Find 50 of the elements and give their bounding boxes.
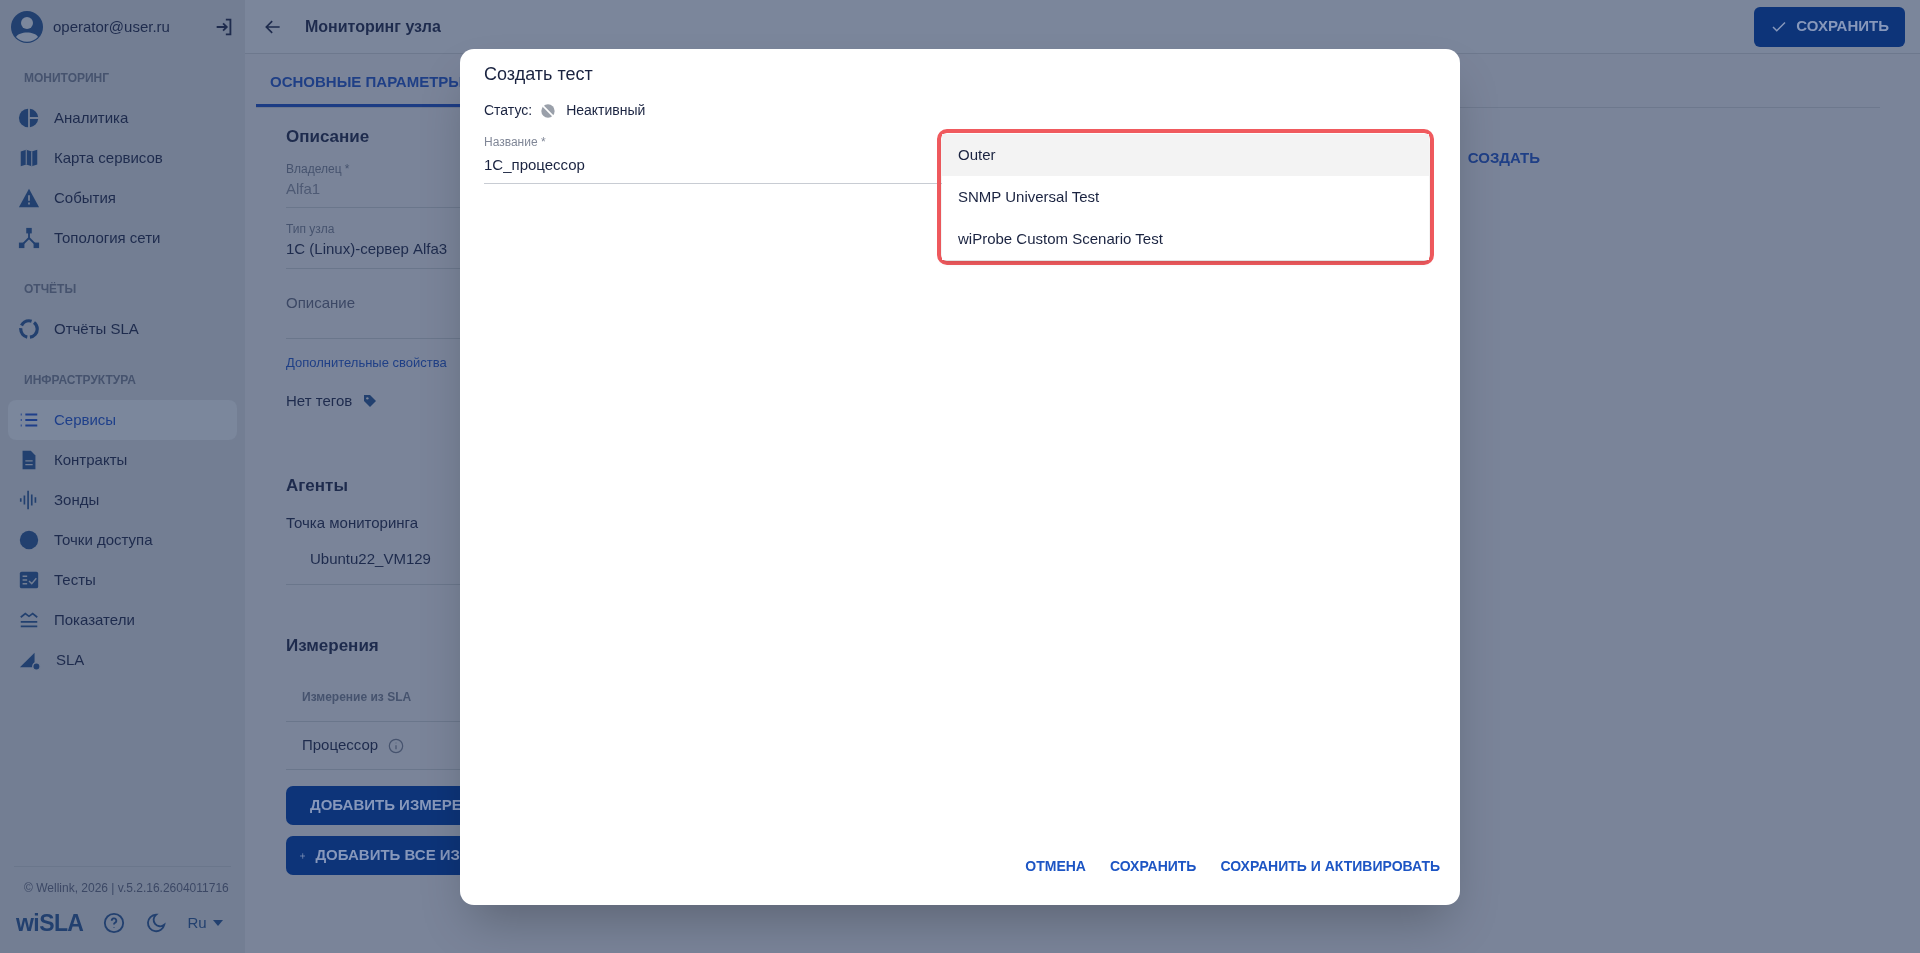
sidebar-item[interactable]: Контракты (8, 440, 237, 480)
section-heading: Описание (286, 126, 371, 148)
save-button[interactable]: СОХРАНИТЬ (1754, 6, 1905, 47)
agent-name: Ubuntu22_VM129 (310, 548, 431, 569)
create-button[interactable]: СОЗДАТЬ (1467, 147, 1540, 170)
field-label: Точка мониторинга (286, 513, 420, 533)
inactive-status-icon (540, 102, 557, 119)
section-heading: Агенты (286, 474, 349, 497)
sidebar-item[interactable]: Показатели (8, 600, 237, 640)
language-select[interactable]: Ru (187, 911, 223, 935)
moon-icon[interactable] (145, 912, 168, 934)
dialog-action-button[interactable]: ОТМЕНА (1025, 850, 1086, 883)
logo: wiSLA (16, 908, 84, 938)
tag-icon[interactable] (362, 393, 379, 410)
sidebar-item[interactable]: SLA (8, 640, 237, 680)
ring-icon (18, 318, 40, 340)
dialog-action-button[interactable]: СОХРАНИТЬ И АКТИВИРОВАТЬ (1220, 850, 1440, 883)
sidebar-item[interactable]: Зонды (8, 480, 237, 520)
checklist-icon (18, 569, 40, 591)
section-heading: Измерения (286, 634, 380, 657)
dropdown-option[interactable]: wiProbe Custom Scenario Test (942, 218, 1429, 260)
status-value: Неактивный (566, 101, 646, 120)
add-button[interactable]: ДОБАВИТЬ ВСЕ ИЗ (286, 836, 460, 875)
sidebar-item[interactable]: События (8, 178, 237, 218)
info-icon[interactable] (388, 737, 405, 754)
sidebar-item[interactable]: Аналитика (8, 98, 237, 138)
network-icon (18, 227, 40, 249)
warning-icon (18, 187, 40, 209)
user-email: operator@user.ru (53, 16, 171, 37)
properties-link[interactable]: Дополнительные свойства (286, 352, 447, 372)
map-icon (18, 147, 40, 169)
sidebar-item[interactable]: Карта сервисов (8, 138, 237, 178)
sidebar-item[interactable]: Сервисы (8, 400, 237, 440)
sidebar-item[interactable]: Тесты (8, 560, 237, 600)
page-title: Мониторинг узла (305, 16, 441, 37)
sidebar-item[interactable]: Отчёты SLA (8, 309, 237, 349)
help-icon[interactable] (103, 912, 126, 934)
caret-icon (212, 920, 223, 926)
pie-chart-icon (18, 107, 40, 129)
tags-text: Нет тегов (286, 391, 353, 411)
dropdown-option[interactable]: Outer (942, 134, 1429, 176)
dropdown-option[interactable]: SNMP Universal Test (942, 176, 1429, 218)
avatar-icon[interactable] (11, 11, 43, 43)
sidebar-item[interactable]: Топология сети (8, 218, 237, 258)
dialog-title: Создать тест (484, 63, 594, 86)
table-cell-text: Процессор (302, 735, 379, 756)
sidebar-item[interactable]: Точки доступа (8, 520, 237, 560)
circle-icon (18, 529, 40, 551)
status-label: Статус: (484, 101, 533, 120)
dialog-action-button[interactable]: СОХРАНИТЬ (1109, 850, 1197, 883)
